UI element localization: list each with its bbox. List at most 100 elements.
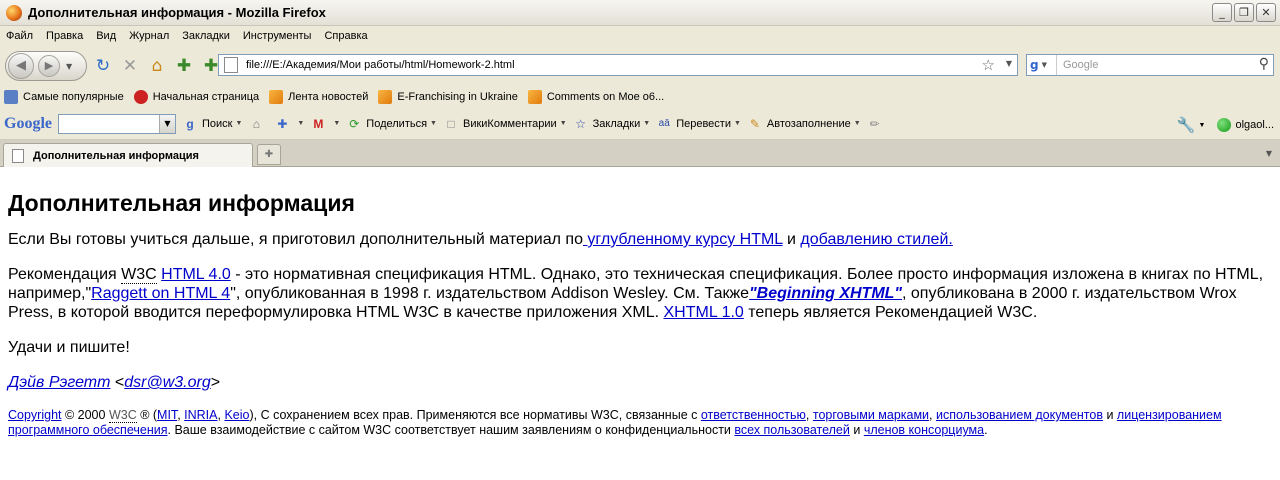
tab-active[interactable]: Дополнительная информация <box>3 143 253 167</box>
google-plus-button[interactable]: ✚ ▼ <box>274 116 304 132</box>
rss-icon <box>269 90 284 104</box>
bookmark-item[interactable]: Начальная страница <box>133 90 259 104</box>
link-mit[interactable]: MIT <box>157 408 177 422</box>
sig-lt: < <box>110 374 125 391</box>
menu-file[interactable]: Файл <box>6 30 33 42</box>
footer-text-2: . Ваше взаимодействие с сайтом W3C соотв… <box>167 423 735 437</box>
search-engine-selector[interactable]: g ▼ <box>1027 55 1057 75</box>
history-dropdown-icon[interactable]: ▼ <box>66 62 72 71</box>
footer-w3c: W3C <box>108 408 137 423</box>
chevron-down-icon: ▼ <box>235 120 243 127</box>
intro-text: Если Вы готовы учиться дальше, я пригото… <box>8 231 583 248</box>
rss-icon <box>378 90 393 104</box>
menu-tools[interactable]: Инструменты <box>243 30 312 42</box>
footer-year: © 2000 <box>61 408 109 422</box>
link-email[interactable]: dsr@w3.org <box>124 374 211 391</box>
footer-text-1: ), С сохранением всех прав. Применяются … <box>249 408 701 422</box>
star-icon[interactable]: ☆ <box>982 56 995 74</box>
chevron-down-icon: ▼ <box>333 120 341 127</box>
link-keio[interactable]: Keio <box>224 408 249 422</box>
chevron-down-icon: ▼ <box>733 120 741 127</box>
menu-view[interactable]: Вид <box>96 30 116 42</box>
link-copyright[interactable]: Copyright <box>8 408 62 422</box>
link-advanced-html[interactable]: углубленному курсу HTML <box>583 231 782 248</box>
popular-icon <box>4 90 18 104</box>
footer-and-2: и <box>849 423 864 437</box>
google-logo: Google <box>4 115 52 133</box>
menu-history[interactable]: Журнал <box>129 30 169 42</box>
reload-icon[interactable]: ↻ <box>92 55 114 77</box>
bookmark-item[interactable]: Самые популярные <box>4 90 124 104</box>
title-bar: Дополнительная информация - Mozilla Fire… <box>0 0 1280 26</box>
google-search-input[interactable]: ▼ <box>58 113 176 134</box>
link-members[interactable]: членов консорциума <box>864 423 984 437</box>
link-author[interactable]: Дэйв Рэгетт <box>8 374 110 391</box>
share-label: Поделиться <box>366 117 428 130</box>
home-icon[interactable]: ⌂ <box>146 55 168 77</box>
page-heading: Дополнительная информация <box>8 190 355 216</box>
google-g-icon: g <box>186 116 194 131</box>
star-icon: ☆ <box>575 116 587 131</box>
link-trademarks[interactable]: торговыми марками <box>813 408 929 422</box>
google-bookmarks-button[interactable]: ☆ Закладки ▼ <box>573 116 650 132</box>
highlight-button[interactable]: ✏ <box>867 116 887 132</box>
account-name[interactable]: olgaol... <box>1235 119 1274 131</box>
link-xhtml10[interactable]: XHTML 1.0 <box>663 304 743 321</box>
search-bar[interactable]: g ▼ Google ⚲ <box>1026 54 1274 76</box>
search-input[interactable]: Google <box>1063 59 1098 71</box>
link-liability[interactable]: ответственностью <box>701 408 806 422</box>
google-home-button[interactable]: ⌂ <box>248 116 268 132</box>
google-toolbar: Google ▼ g Поиск ▼ ⌂ ✚ ▼ M ▼ ⟳ Поделитьс… <box>0 108 1280 140</box>
gmail-button[interactable]: M ▼ <box>310 116 340 132</box>
link-beginning-xhtml[interactable]: "Beginning XHTML" <box>749 285 902 302</box>
sig-gt: > <box>210 374 221 391</box>
link-inria[interactable]: INRIA <box>184 408 217 422</box>
bookmark-item[interactable]: Comments on Moe o6... <box>527 90 665 104</box>
forward-button[interactable]: ▶ <box>38 55 60 77</box>
new-tab-button[interactable]: ✚ <box>257 144 281 165</box>
link-public-users[interactable]: всех пользователей <box>734 423 849 437</box>
autofill-button[interactable]: ✎ Автозаполнение ▼ <box>747 116 861 132</box>
menu-bookmarks[interactable]: Закладки <box>182 30 230 42</box>
translate-icon: aā <box>658 117 670 129</box>
firefox-logo-icon <box>6 4 22 21</box>
link-document-use[interactable]: использованием документов <box>936 408 1103 422</box>
url-text[interactable]: file:///E:/Академия/Мои работы/html/Home… <box>246 59 515 71</box>
bookmark-label: Comments on Moe o6... <box>546 91 665 103</box>
back-button[interactable]: ◀ <box>8 53 34 79</box>
footer-reg: ® ( <box>136 408 158 422</box>
bookmark-item[interactable]: E-Franchising in Ukraine <box>378 90 518 104</box>
url-bar[interactable]: file:///E:/Академия/Мои работы/html/Home… <box>218 54 1018 76</box>
maximize-button[interactable]: ❐ <box>1234 3 1254 22</box>
menu-edit[interactable]: Правка <box>46 30 83 42</box>
google-search-button[interactable]: g Поиск ▼ <box>182 116 242 132</box>
rec-text-c: ", опубликованная в 1998 г. издательство… <box>230 285 750 302</box>
share-button[interactable]: ⟳ Поделиться ▼ <box>346 116 437 132</box>
wiki-comments-button[interactable]: □ ВикиКомментарии ▼ <box>443 116 566 132</box>
status-dot-icon <box>1217 118 1232 132</box>
google-icon: g <box>1030 58 1039 72</box>
chevron-down-icon: ▼ <box>853 120 861 127</box>
link-html40[interactable]: HTML 4.0 <box>161 266 231 283</box>
tab-list-icon[interactable]: ▼ <box>1262 145 1276 163</box>
minimize-button[interactable]: _ <box>1212 3 1232 22</box>
translate-button[interactable]: aā Перевести ▼ <box>656 116 741 132</box>
new-folder-icon[interactable]: ✚ <box>173 55 195 77</box>
close-button[interactable]: ✕ <box>1256 3 1276 22</box>
link-adding-styles[interactable]: добавлению стилей. <box>800 231 952 248</box>
navigation-toolbar: ◀ ▶ ▼ ↻ ✕ ⌂ ✚ ✚ file:///E:/Академия/Мои … <box>0 46 1280 86</box>
rec-text-a: Рекомендация <box>8 266 122 283</box>
bookmark-item[interactable]: Лента новостей <box>269 90 368 104</box>
stop-icon[interactable]: ✕ <box>119 55 141 77</box>
bookmarks-toolbar: Самые популярные Начальная страница Лент… <box>0 86 1280 108</box>
google-search-dropdown-icon[interactable]: ▼ <box>159 114 175 133</box>
bookmark-label: E-Franchising in Ukraine <box>397 91 518 103</box>
signature: Дэйв Рэгетт <dsr@w3.org> <box>8 373 1272 392</box>
magnifier-icon[interactable]: ⚲ <box>1259 56 1269 72</box>
url-dropdown-icon[interactable]: ▼ <box>1006 59 1012 68</box>
menu-help[interactable]: Справка <box>324 30 367 42</box>
wrench-icon[interactable]: 🔧 <box>1177 116 1196 134</box>
building-icon: ⌂ <box>252 116 261 131</box>
link-raggett[interactable]: Raggett on HTML 4 <box>91 285 230 302</box>
chevron-down-icon[interactable]: ▼ <box>1199 122 1206 129</box>
